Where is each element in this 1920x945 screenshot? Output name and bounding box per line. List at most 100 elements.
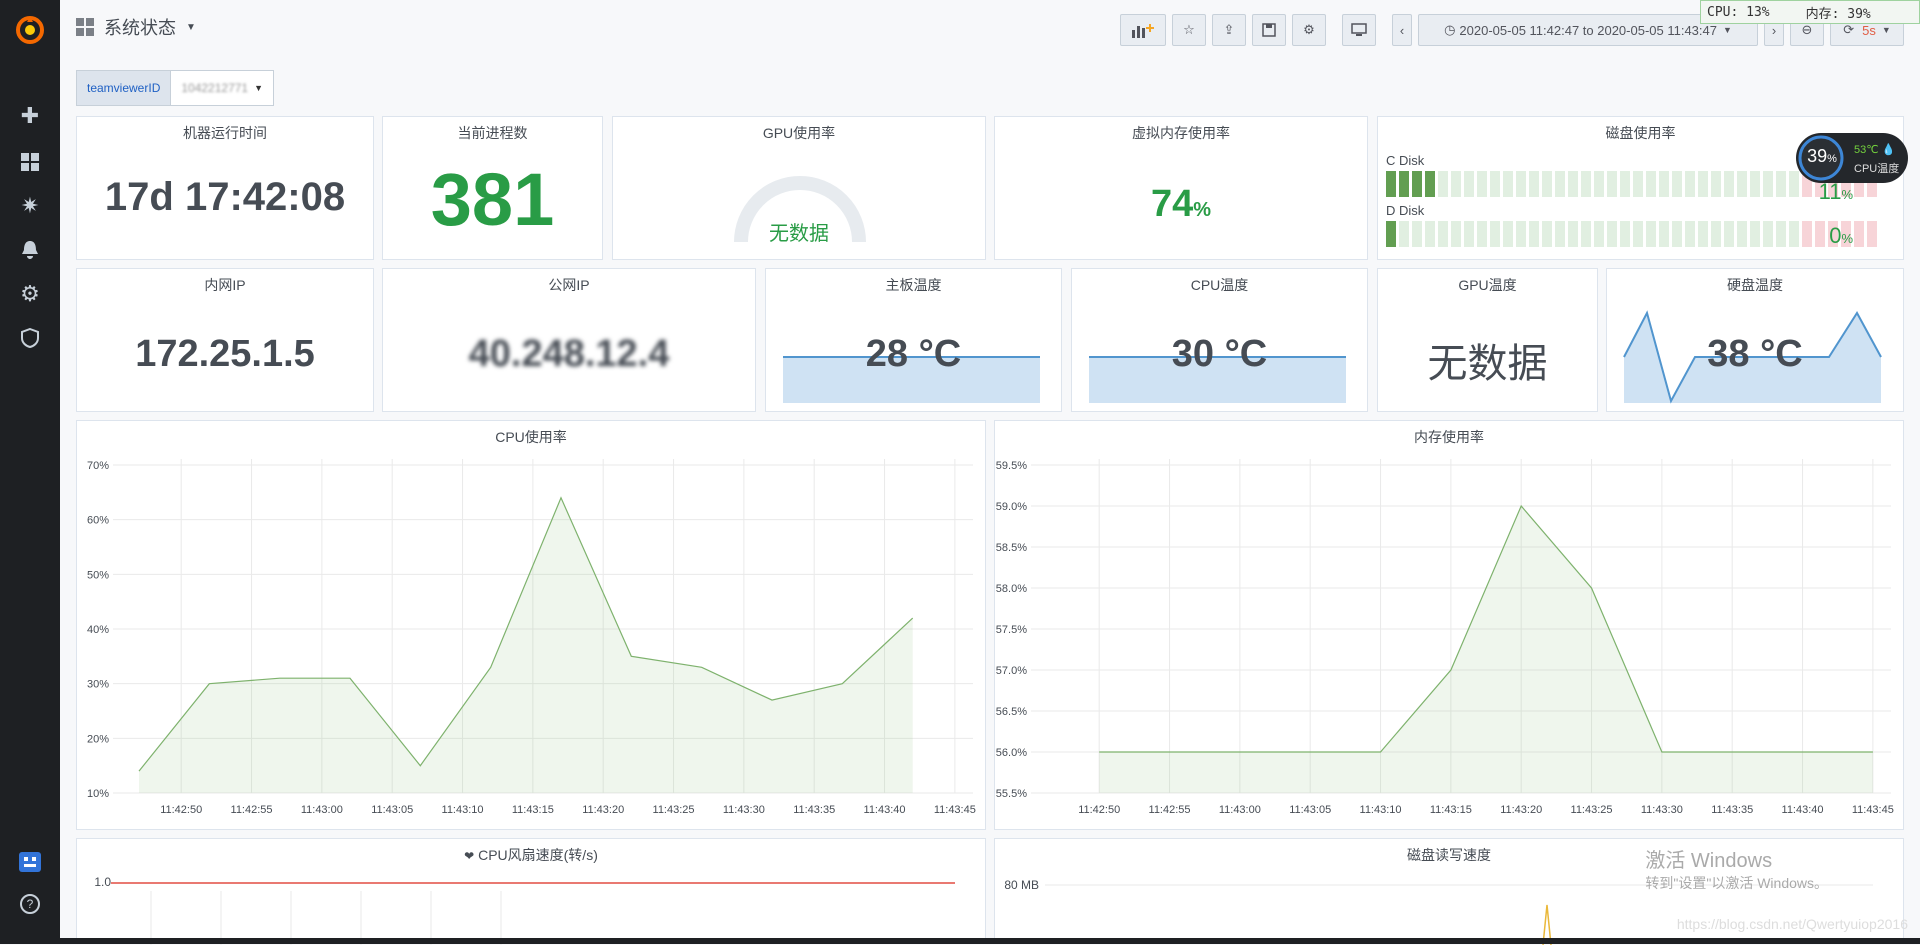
panel-title: 机器运行时间 [77,123,373,143]
gpu-usage-panel[interactable]: GPU使用率 无数据 [612,116,986,260]
x-tick-label: 11:43:40 [864,804,906,816]
cpu-temp-panel[interactable]: CPU温度 30 °C [1071,268,1368,412]
disk-d-pct-unit: % [1841,231,1853,246]
process-count-panel[interactable]: 当前进程数 381 [382,116,603,260]
taskbar-edge [60,938,1920,944]
disk-bar-cell [1776,221,1786,247]
user-avatar-icon[interactable] [0,842,60,882]
disk-bar-cell [1542,221,1552,247]
dashboard-title[interactable]: 系统状态 [104,14,176,40]
clock-icon: ◷ [1444,22,1455,38]
public-ip-value: 40.248.12.4 [383,333,755,376]
disk-bar-cell [1659,221,1669,247]
uptime-panel[interactable]: 机器运行时间 17d 17:42:08 [76,116,374,260]
x-tick-label: 11:43:45 [1852,804,1894,816]
explore-icon[interactable]: ✷ [0,186,60,226]
disk-bar-cell [1451,221,1461,247]
monitor-icon [1351,23,1367,37]
y-tick-label: 20% [87,733,109,745]
y-tick-label: 55.5% [996,788,1027,800]
disk-bar-cell [1399,221,1409,247]
cpu-temp-widget[interactable]: 39% 53℃ 💧 CPU温度 [1796,133,1908,183]
panel-title: 公网IP [383,275,755,295]
help-icon[interactable]: ? [0,884,60,924]
disk-bar-cell [1776,171,1786,197]
disk-bar-cell [1594,171,1604,197]
disk-bar-cell [1412,171,1422,197]
virtual-memory-number: 74 [1151,183,1193,225]
star-button[interactable]: ☆ [1172,14,1206,46]
disk-bar-cell [1490,171,1500,197]
board-temp-panel[interactable]: 主板温度 28 °C [765,268,1062,412]
sidebar: ✚ ✷ ⚙ ? [0,0,60,944]
cpu-usage-graph-panel[interactable]: CPU使用率 10%20%30%40%50%60%70%11:42:5011:4… [76,420,986,830]
disk-bar-cell [1646,171,1656,197]
disk-bar-cell [1412,221,1422,247]
dashboard-title-wrap[interactable]: 系统状态 ▼ [76,14,196,40]
share-button[interactable]: ⇪ [1212,14,1246,46]
tv-mode-button[interactable] [1342,14,1376,46]
grafana-logo[interactable] [0,8,60,52]
y-tick-label: 56.5% [996,706,1027,718]
caret-down-icon[interactable]: ▼ [186,22,196,33]
template-variable: teamviewerID 1042212771 ▼ [76,70,274,106]
panel-title: 当前进程数 [383,123,602,143]
disk-bar-cell [1594,221,1604,247]
disk-bar-cell [1516,221,1526,247]
disk-bar-cell [1815,221,1825,247]
plus-icon[interactable]: ✚ [0,96,60,136]
hdd-temp-panel[interactable]: 硬盘温度 38 °C [1606,268,1904,412]
add-panel-button[interactable] [1120,14,1166,46]
disk-bar-cell [1438,221,1448,247]
x-tick-label: 11:42:50 [160,804,202,816]
fan-speed-panel[interactable]: ❤ CPU风扇速度(转/s) 1.0 [76,838,986,944]
disk-bar-cell [1503,171,1513,197]
disk-bar-cell [1568,221,1578,247]
series-area [139,498,913,793]
public-ip-panel[interactable]: 公网IP 40.248.12.4 [382,268,756,412]
disk-bar-cell [1750,171,1760,197]
disk-bar-cell [1620,221,1630,247]
x-tick-label: 11:43:30 [1641,804,1683,816]
variable-select[interactable]: 1042212771 ▼ [170,70,274,106]
gpu-temp-panel[interactable]: GPU温度 无数据 [1377,268,1598,412]
disk-bar-cell [1672,171,1682,197]
time-back-button[interactable]: ‹ [1392,14,1412,46]
virtual-memory-unit: % [1193,199,1211,221]
time-range-text: 2020-05-05 11:42:47 to 2020-05-05 11:43:… [1459,23,1717,38]
lan-ip-panel[interactable]: 内网IP 172.25.1.5 [76,268,374,412]
disk-d-row: D Disk [1386,203,1895,247]
disk-bar-cell [1477,221,1487,247]
watermark-line2: 转到"设置"以激活 Windows。 [1645,873,1828,893]
disk-bar-cell [1555,221,1565,247]
disk-bar-cell [1789,221,1799,247]
x-tick-label: 11:42:55 [231,804,273,816]
cpu-widget-temp-val: 53℃ [1854,144,1879,156]
settings-button[interactable]: ⚙ [1292,14,1326,46]
disk-bar-cell [1581,171,1591,197]
x-tick-label: 11:43:20 [582,804,624,816]
x-tick-label: 11:43:10 [1360,804,1402,816]
memory-usage-chart: 55.5%56.0%56.5%57.0%57.5%58.0%58.5%59.0%… [995,421,1905,831]
disk-bar-cell [1763,221,1773,247]
disk-bar-cell [1451,171,1461,197]
disk-bar-cell [1542,171,1552,197]
x-tick-label: 11:43:15 [512,804,554,816]
alerting-bell-icon[interactable] [0,230,60,270]
disk-bar-cell [1633,221,1643,247]
y-tick-label: 58.5% [996,542,1027,554]
virtual-memory-panel[interactable]: 虚拟内存使用率 74% [994,116,1368,260]
x-tick-label: 11:43:25 [653,804,695,816]
memory-usage-graph-panel[interactable]: 内存使用率 55.5%56.0%56.5%57.0%57.5%58.0%58.5… [994,420,1904,830]
panel-title: 虚拟内存使用率 [995,123,1367,143]
save-button[interactable] [1252,14,1286,46]
panel-title: 内网IP [77,275,373,295]
shield-icon[interactable] [0,318,60,358]
configuration-gear-icon[interactable]: ⚙ [0,274,60,314]
cpu-widget-label: CPU温度 [1854,160,1899,176]
svg-text:?: ? [27,897,34,911]
watermark-line1: 激活 Windows [1645,844,1828,873]
csdn-watermark: https://blog.csdn.net/Qwertyuiop2016 [1677,916,1908,932]
x-tick-label: 11:43:35 [793,804,835,816]
dashboards-icon[interactable] [0,142,60,182]
